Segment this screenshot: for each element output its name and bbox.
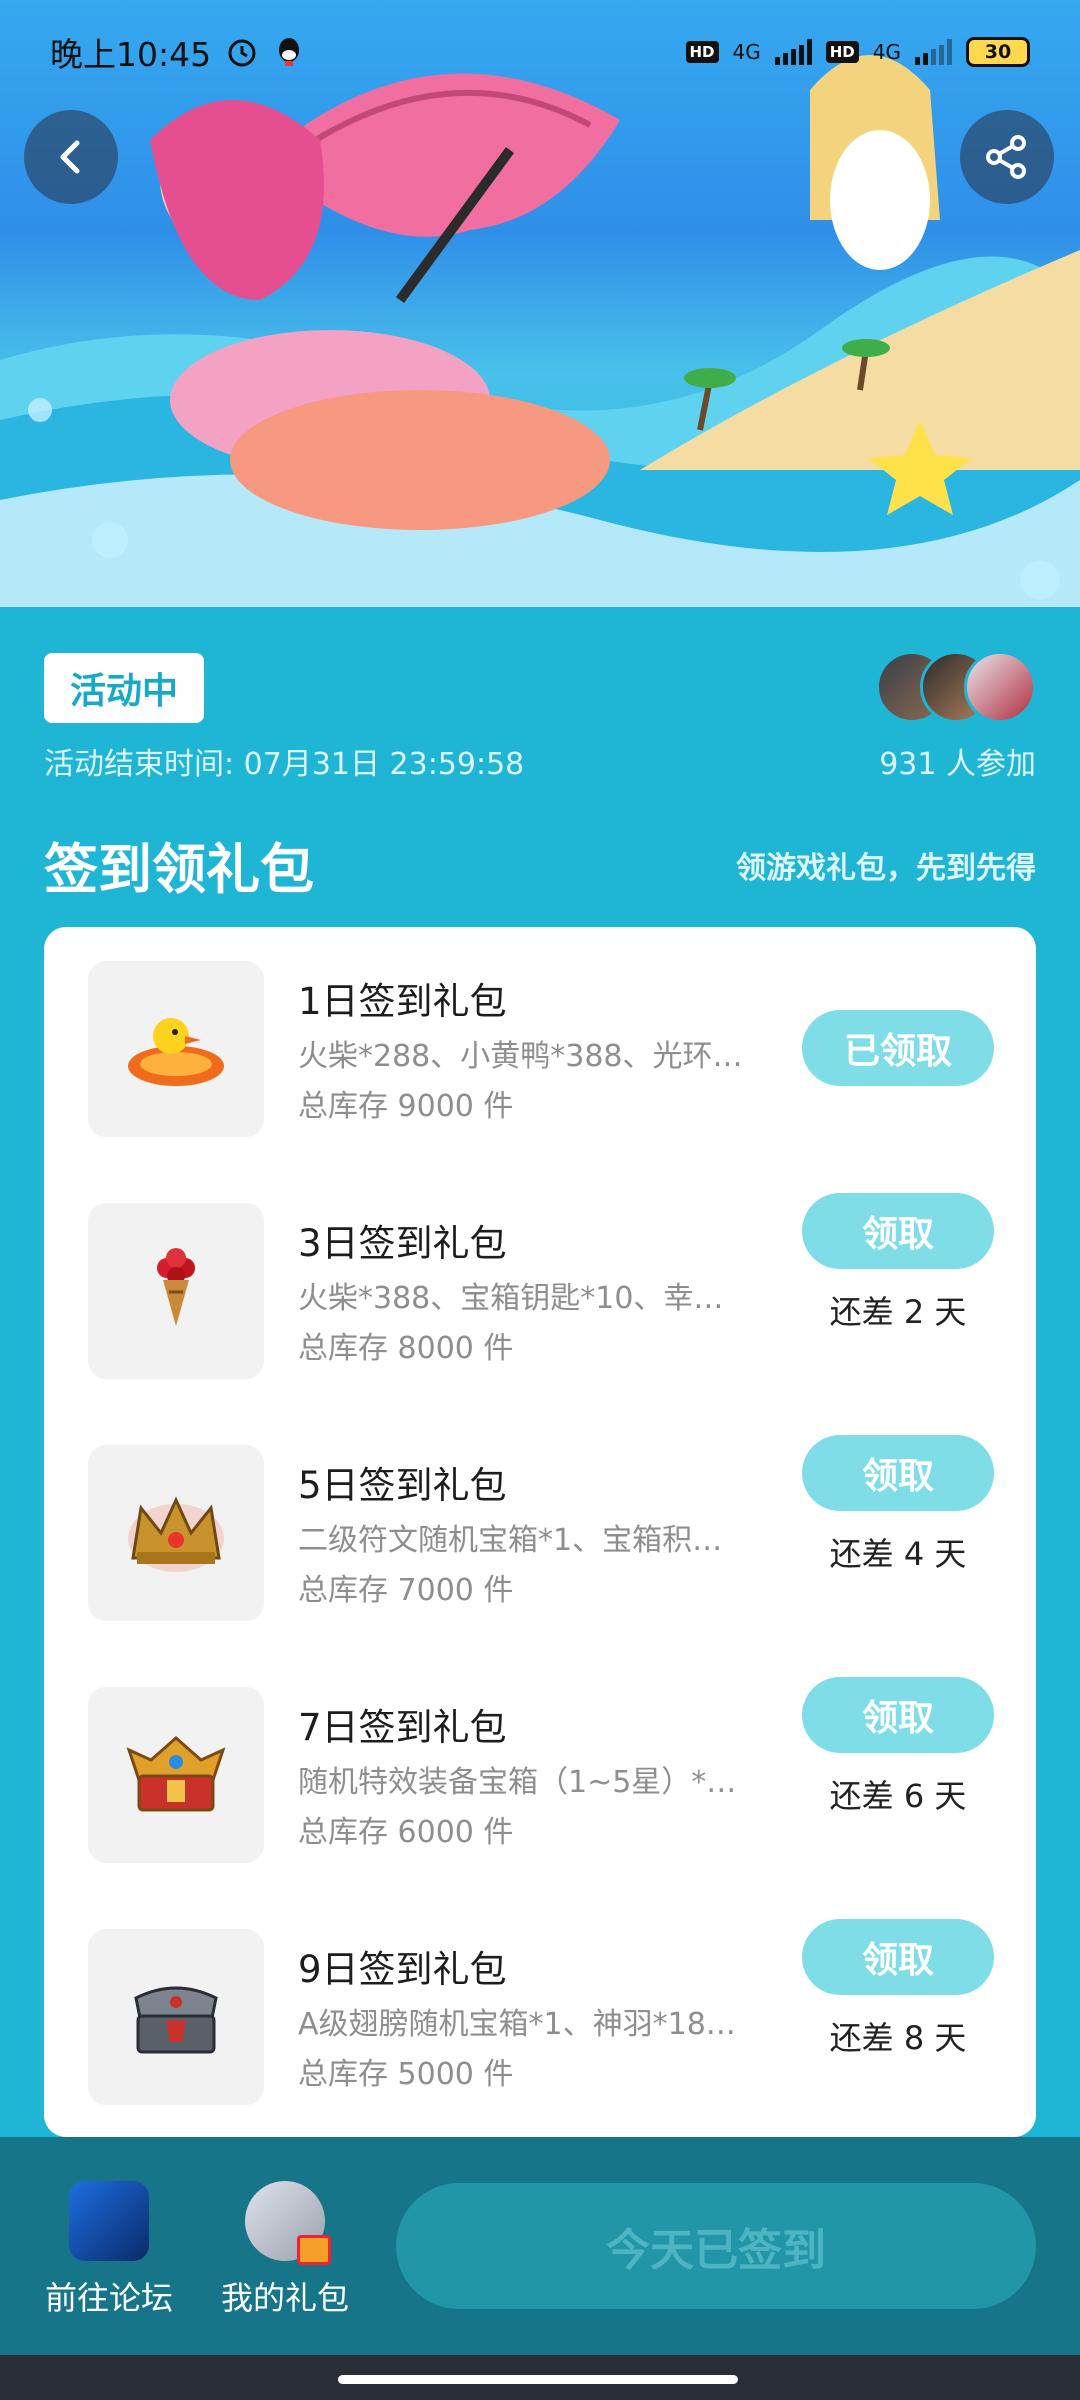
gift-stock: 总库存 9000 件 bbox=[298, 1089, 514, 1124]
gift-title: 9日签到礼包 bbox=[298, 1948, 507, 1991]
status-badge: 活动中 bbox=[44, 653, 204, 723]
end-time: 活动结束时间: 07月31日 23:59:58 bbox=[44, 747, 525, 782]
days-remaining: 还差 6 天 bbox=[829, 1777, 967, 1815]
gift-desc: 二级符文随机宝箱*1、宝箱积… bbox=[298, 1523, 723, 1558]
gift-title: 5日签到礼包 bbox=[298, 1464, 507, 1507]
gift-desc: 随机特效装备宝箱（1~5星）*… bbox=[298, 1765, 737, 1800]
claim-button[interactable]: 领取 bbox=[802, 1677, 994, 1753]
list-item: 9日签到礼包 A级翅膀随机宝箱*1、神羽*18… 总库存 5000 件 领取 还… bbox=[44, 1895, 1036, 2137]
days-remaining: 还差 8 天 bbox=[829, 2019, 967, 2057]
gift-thumbnail bbox=[88, 1445, 264, 1621]
gifts-label: 我的礼包 bbox=[220, 2279, 349, 2317]
network-label: 4G bbox=[732, 40, 761, 64]
network-label-2: 4G bbox=[872, 40, 901, 64]
silver-chest-icon bbox=[134, 1986, 218, 2054]
gift-title: 1日签到礼包 bbox=[298, 980, 507, 1023]
avatar bbox=[964, 651, 1036, 723]
hd-icon-2: HD bbox=[825, 41, 859, 63]
claim-button[interactable]: 领取 bbox=[802, 1435, 994, 1511]
list-item: 5日签到礼包 二级符文随机宝箱*1、宝箱积… 总库存 7000 件 领取 还差 … bbox=[44, 1411, 1036, 1653]
gift-stock: 总库存 7000 件 bbox=[298, 1573, 514, 1608]
gift-thumbnail bbox=[88, 1203, 264, 1379]
back-button[interactable] bbox=[24, 110, 118, 204]
forum-label: 前往论坛 bbox=[44, 2279, 173, 2317]
gift-stock: 总库存 6000 件 bbox=[298, 1815, 514, 1850]
gift-desc: 火柴*388、宝箱钥匙*10、幸… bbox=[298, 1281, 724, 1316]
status-bar: 晚上10:45 HD 4G HD 4G 30 bbox=[0, 0, 1080, 104]
battery-icon: 30 bbox=[966, 37, 1030, 67]
golden-crown-icon bbox=[128, 1496, 224, 1572]
gift-thumbnail bbox=[88, 1929, 264, 2105]
gift-list: 1日签到礼包 火柴*288、小黄鸭*388、光环… 总库存 9000 件 已领取… bbox=[44, 927, 1036, 2137]
section-title: 签到领礼包 bbox=[44, 838, 314, 901]
qq-icon bbox=[279, 38, 300, 66]
home-indicator[interactable] bbox=[338, 2375, 738, 2384]
days-remaining: 还差 4 天 bbox=[829, 1535, 967, 1573]
claim-button[interactable]: 领取 bbox=[802, 1919, 994, 1995]
section-subtitle: 领游戏礼包，先到先得 bbox=[736, 851, 1036, 886]
gift-title: 3日签到礼包 bbox=[298, 1222, 507, 1265]
bottom-bar: 前往论坛 我的礼包 今天已签到 bbox=[0, 2137, 1080, 2355]
gift-avatar-icon bbox=[245, 2181, 331, 2265]
rubber-duck-icon bbox=[128, 1018, 224, 1086]
participant-count: 931 人参加 bbox=[879, 747, 1036, 782]
gift-stock: 总库存 5000 件 bbox=[298, 2057, 514, 2092]
share-button[interactable] bbox=[960, 110, 1054, 204]
game-icon bbox=[69, 2181, 149, 2261]
claimed-button[interactable]: 已领取 bbox=[802, 1010, 994, 1086]
gift-thumbnail bbox=[88, 961, 264, 1137]
rose-bouquet-icon bbox=[157, 1248, 195, 1326]
gift-title: 7日签到礼包 bbox=[298, 1706, 507, 1749]
list-item: 7日签到礼包 随机特效装备宝箱（1~5星）*… 总库存 6000 件 领取 还差… bbox=[44, 1653, 1036, 1895]
list-item: 1日签到礼包 火柴*288、小黄鸭*388、光环… 总库存 9000 件 已领取 bbox=[44, 927, 1036, 1169]
gift-desc: A级翅膀随机宝箱*1、神羽*18… bbox=[298, 2007, 736, 2042]
claim-button[interactable]: 领取 bbox=[802, 1193, 994, 1269]
gift-box-icon bbox=[297, 2235, 331, 2265]
days-remaining: 还差 2 天 bbox=[829, 1293, 967, 1331]
my-gifts-tab[interactable]: 我的礼包 bbox=[210, 2181, 360, 2319]
treasure-chest-icon bbox=[126, 1736, 226, 1812]
hero-banner: 晚上10:45 HD 4G HD 4G 30 bbox=[0, 0, 1080, 607]
gift-desc: 火柴*288、小黄鸭*388、光环… bbox=[298, 1039, 743, 1074]
signed-in-button[interactable]: 今天已签到 bbox=[396, 2183, 1036, 2309]
participant-avatars[interactable] bbox=[876, 651, 1036, 723]
gift-stock: 总库存 8000 件 bbox=[298, 1331, 514, 1366]
alarm-icon bbox=[228, 39, 256, 67]
signal-icon bbox=[774, 39, 812, 65]
gift-thumbnail bbox=[88, 1687, 264, 1863]
chevron-left-icon bbox=[60, 140, 80, 174]
list-item: 3日签到礼包 火柴*388、宝箱钥匙*10、幸… 总库存 8000 件 领取 还… bbox=[44, 1169, 1036, 1411]
signal-icon-2 bbox=[915, 39, 952, 65]
forum-tab[interactable]: 前往论坛 bbox=[34, 2181, 184, 2319]
status-time: 晚上10:45 bbox=[50, 35, 212, 74]
share-icon bbox=[986, 135, 1026, 179]
hd-icon: HD bbox=[685, 41, 719, 63]
